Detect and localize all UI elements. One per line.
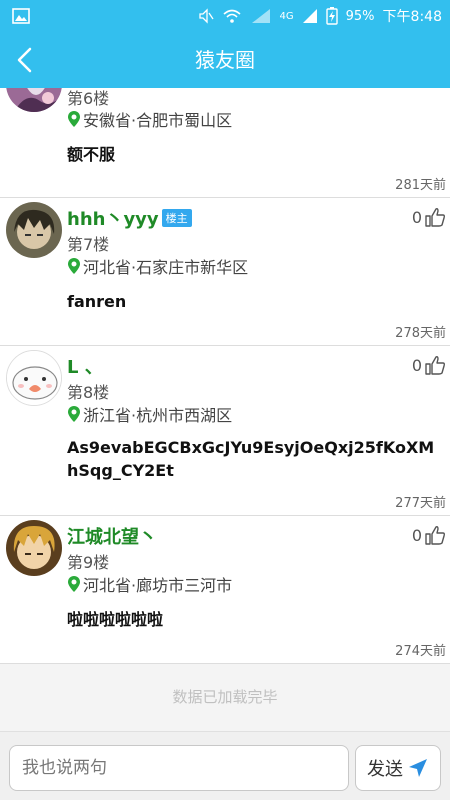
status-indicators: 4G 95% 下午8:48 <box>198 0 442 32</box>
comment-feed[interactable]: 第6楼 安徽省·合肥市蜀山区 额不服 281天前 hhh丶yyy 楼主 0 第7… <box>0 88 450 731</box>
like-button[interactable]: 0 <box>412 354 446 376</box>
post-time: 274天前 <box>395 644 446 659</box>
location-text: 河北省·廊坊市三河市 <box>83 576 233 595</box>
avatar[interactable] <box>6 202 62 258</box>
like-button[interactable]: 0 <box>412 524 446 546</box>
gallery-icon <box>12 8 30 24</box>
status-bar: 4G 95% 下午8:48 <box>0 0 450 32</box>
send-label: 发送 <box>367 759 403 780</box>
comment-bar: 发送 <box>0 731 450 800</box>
nickname[interactable]: hhh丶yyy 楼主 <box>67 205 192 231</box>
signal-icon <box>251 9 270 23</box>
location: 浙江省·杭州市西湖区 <box>67 402 232 426</box>
list-item: 第6楼 安徽省·合肥市蜀山区 额不服 281天前 <box>0 88 450 198</box>
battery-level: 95% <box>345 8 375 24</box>
like-count: 0 <box>411 355 422 375</box>
nickname[interactable]: 江城北望丶 <box>67 523 157 549</box>
battery-charging-icon <box>325 7 338 25</box>
network-type: 4G <box>279 10 294 22</box>
clock: 下午8:48 <box>382 9 442 25</box>
thumbs-up-icon <box>425 208 446 227</box>
comment-text: 额不服 <box>67 145 116 164</box>
floor-label: 第9楼 <box>67 553 110 572</box>
post-time: 277天前 <box>395 496 446 511</box>
like-button[interactable]: 0 <box>412 206 446 228</box>
post-time: 278天前 <box>395 326 446 341</box>
location-pin-icon <box>68 111 80 127</box>
list-item: L 、 0 第8楼 浙江省·杭州市西湖区 As9evabEGCBxGcJYu9E… <box>0 346 450 516</box>
post-time: 281天前 <box>395 178 446 193</box>
thumbs-up-icon <box>425 356 446 375</box>
list-item: hhh丶yyy 楼主 0 第7楼 河北省·石家庄市新华区 fanren 278天前 <box>0 198 450 346</box>
floor-label: 第6楼 <box>67 89 110 108</box>
avatar[interactable] <box>6 88 62 112</box>
location: 安徽省·合肥市蜀山区 <box>67 107 232 131</box>
mute-icon <box>198 8 214 24</box>
avatar[interactable] <box>6 520 62 576</box>
thumbs-up-icon <box>425 526 446 545</box>
location-text: 浙江省·杭州市西湖区 <box>83 406 233 425</box>
location-text: 安徽省·合肥市蜀山区 <box>83 111 233 130</box>
title-bar: 猿友圈 <box>0 32 450 88</box>
floor-label: 第7楼 <box>67 235 110 254</box>
comment-text: As9evabEGCBxGcJYu9EsyjOeQxj25fKoXMhSqg_C… <box>67 438 435 480</box>
send-arrow-icon <box>409 759 427 777</box>
like-count: 0 <box>411 207 422 227</box>
load-complete-text: 数据已加载完毕 <box>0 664 450 731</box>
floor-label: 第8楼 <box>67 383 110 402</box>
comment-text: 啦啦啦啦啦啦 <box>67 610 164 629</box>
location-pin-icon <box>68 576 80 592</box>
location-pin-icon <box>68 258 80 274</box>
like-count: 0 <box>411 525 422 545</box>
avatar[interactable] <box>6 350 62 406</box>
owner-badge: 楼主 <box>161 209 192 227</box>
nickname[interactable]: L 、 <box>67 353 103 379</box>
send-button[interactable]: 发送 <box>355 745 441 791</box>
list-item: 江城北望丶 0 第9楼 河北省·廊坊市三河市 啦啦啦啦啦啦 274天前 <box>0 516 450 664</box>
location: 河北省·廊坊市三河市 <box>67 572 232 596</box>
comment-input[interactable] <box>9 745 349 791</box>
location: 河北省·石家庄市新华区 <box>67 254 248 278</box>
location-text: 河北省·石家庄市新华区 <box>83 258 249 277</box>
wifi-icon <box>222 9 241 23</box>
location-pin-icon <box>68 406 80 422</box>
page-title: 猿友圈 <box>195 48 255 72</box>
back-arrow-icon[interactable] <box>10 44 42 76</box>
comment-text: fanren <box>67 292 127 311</box>
signal-icon-2 <box>302 9 317 23</box>
